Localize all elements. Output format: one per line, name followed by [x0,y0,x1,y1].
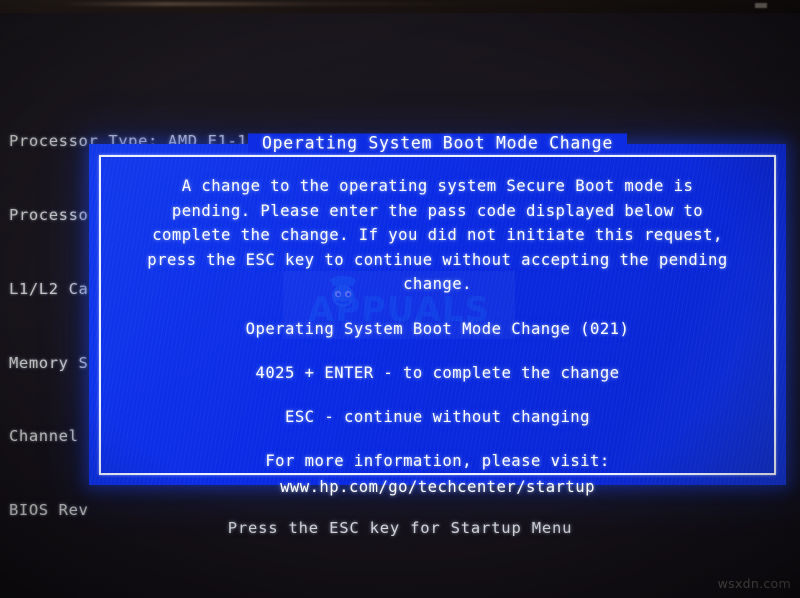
bezel-indicator-dot [755,3,767,8]
site-watermark: wsxdn.com [717,576,791,591]
startup-menu-hint: Press the ESC key for Startup Menu [227,519,573,537]
dialog-body: A change to the operating system Secure … [105,174,770,511]
dialog-message: A change to the operating system Secure … [147,177,728,294]
bezel-glint [60,2,480,6]
boot-mode-change-dialog: Operating System Boot Mode Change A chan… [89,133,786,496]
dialog-info-line: For more information, please visit: [265,451,610,470]
bios-screen-photo: Processor Type: AMD E1-1200 APU with Rad… [0,0,800,598]
dialog-cancel-line[interactable]: ESC - continue without changing [105,405,770,429]
dialog-info-url: www.hp.com/go/techcenter/startup [280,477,595,496]
dialog-event-line: Operating System Boot Mode Change (021) [245,319,630,338]
dialog-confirm-line[interactable]: 4025 + ENTER - to complete the change [105,361,770,385]
